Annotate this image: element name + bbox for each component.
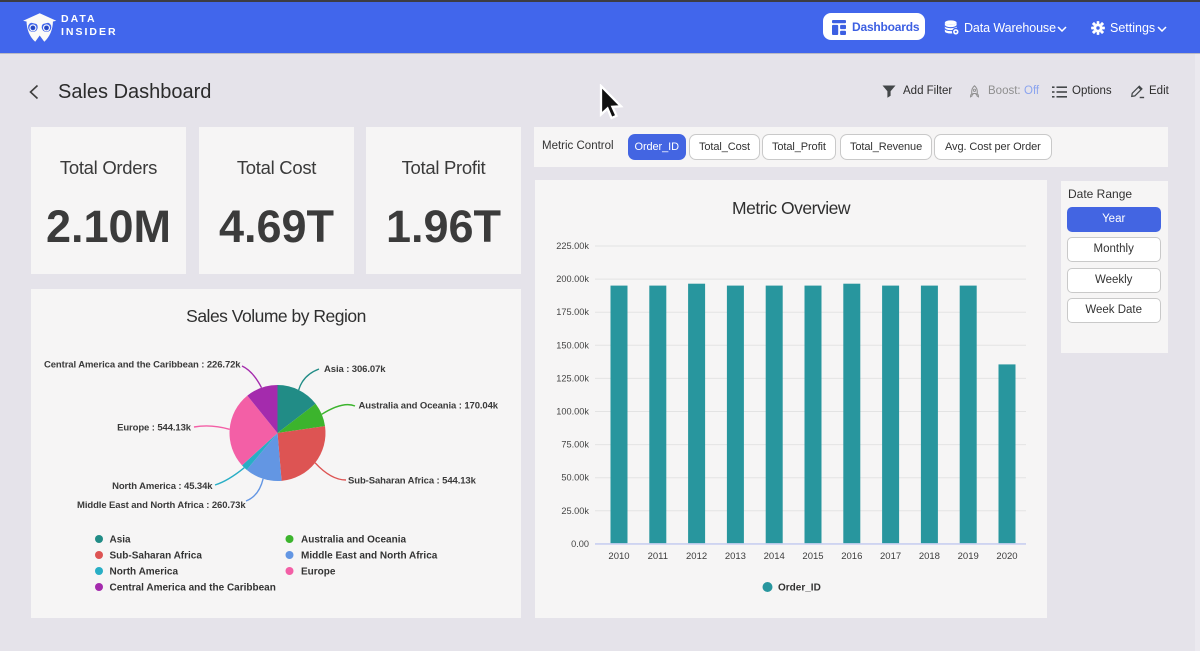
- svg-text:North America: North America: [110, 567, 179, 578]
- svg-text:Central America and the Caribb: Central America and the Caribbean: [110, 583, 276, 594]
- svg-text:Order_ID: Order_ID: [778, 583, 821, 594]
- svg-text:2013: 2013: [725, 551, 746, 562]
- svg-text:Sub-Saharan Africa: Sub-Saharan Africa: [110, 551, 203, 562]
- svg-text:Middle East and North Africa :: Middle East and North Africa : 260.73k: [77, 500, 246, 511]
- svg-text:2020: 2020: [996, 551, 1017, 562]
- svg-text:175.00k: 175.00k: [556, 307, 589, 317]
- svg-text:Europe: Europe: [301, 567, 336, 578]
- svg-text:Australia and Oceania : 170.04: Australia and Oceania : 170.04k: [359, 401, 499, 412]
- svg-text:Asia : 306.07k: Asia : 306.07k: [324, 364, 386, 375]
- svg-text:225.00k: 225.00k: [556, 241, 589, 251]
- svg-text:Central America and the Caribb: Central America and the Caribbean : 226.…: [44, 360, 241, 371]
- svg-text:2017: 2017: [880, 551, 901, 562]
- svg-text:Sub-Saharan Africa : 544.13k: Sub-Saharan Africa : 544.13k: [348, 476, 477, 487]
- svg-text:Europe : 544.13k: Europe : 544.13k: [117, 423, 192, 434]
- svg-text:2010: 2010: [608, 551, 629, 562]
- svg-text:Asia: Asia: [110, 535, 132, 546]
- svg-text:Australia and Oceania: Australia and Oceania: [301, 535, 406, 546]
- svg-text:2016: 2016: [841, 551, 862, 562]
- svg-text:2011: 2011: [648, 551, 668, 562]
- svg-text:150.00k: 150.00k: [556, 340, 589, 350]
- svg-text:Sales Volume by Region: Sales Volume by Region: [186, 306, 366, 326]
- svg-text:Metric Overview: Metric Overview: [732, 198, 851, 218]
- svg-text:25.00k: 25.00k: [561, 506, 589, 516]
- svg-text:50.00k: 50.00k: [561, 473, 589, 483]
- svg-text:North America : 45.34k: North America : 45.34k: [112, 481, 213, 492]
- svg-text:2014: 2014: [764, 551, 785, 562]
- svg-text:2015: 2015: [802, 551, 823, 562]
- svg-text:2018: 2018: [919, 551, 940, 562]
- svg-text:125.00k: 125.00k: [556, 373, 589, 383]
- svg-text:100.00k: 100.00k: [556, 407, 589, 417]
- svg-text:2012: 2012: [686, 551, 707, 562]
- svg-text:Middle East and North Africa: Middle East and North Africa: [301, 551, 438, 562]
- svg-text:75.00k: 75.00k: [561, 440, 589, 450]
- svg-text:0.00: 0.00: [571, 539, 589, 549]
- svg-text:2019: 2019: [958, 551, 979, 562]
- svg-text:200.00k: 200.00k: [556, 274, 589, 284]
